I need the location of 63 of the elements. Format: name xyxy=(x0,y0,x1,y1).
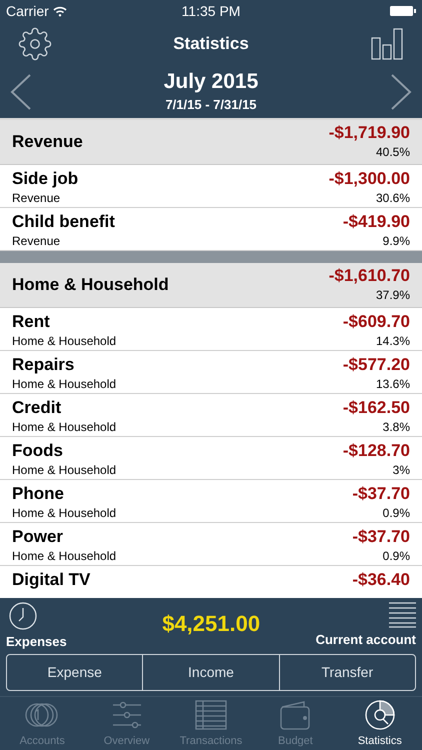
bar-chart-icon[interactable] xyxy=(371,28,404,60)
chevron-left-icon[interactable] xyxy=(10,74,32,110)
category-amount: -$577.20 xyxy=(342,354,410,375)
category-amount: -$419.90 xyxy=(342,211,410,232)
category-name: Phone xyxy=(12,483,65,504)
category-percent: 14.3% xyxy=(376,333,410,350)
category-name: Digital TV xyxy=(12,569,90,590)
category-group: Revenue xyxy=(12,232,115,250)
category-amount: -$36.40 xyxy=(352,569,410,590)
category-percent: 30.6% xyxy=(376,190,410,207)
group-header[interactable]: Revenue -$1,719.90 40.5% xyxy=(0,120,422,165)
category-percent: 13.6% xyxy=(376,376,410,393)
tab-item[interactable]: Statistics xyxy=(338,697,422,750)
total-amount: $4,251.00 xyxy=(162,610,260,638)
battery-icon xyxy=(390,6,416,16)
table-icon xyxy=(193,698,230,730)
category-amount: -$37.70 xyxy=(352,526,410,547)
period-range: 7/1/15 - 7/31/15 xyxy=(165,96,257,114)
category-amount: -$37.70 xyxy=(352,483,410,504)
category-amount: -$609.70 xyxy=(342,311,410,332)
menu-icon[interactable] xyxy=(388,602,416,628)
action-button[interactable]: Transfer xyxy=(278,655,415,690)
expenses-label: Expenses xyxy=(6,633,67,651)
clock-icon[interactable] xyxy=(9,602,37,630)
category-percent: 3% xyxy=(392,462,410,479)
category-name: Power xyxy=(12,526,64,547)
account-label: Current account xyxy=(316,631,416,649)
category-percent: 3.8% xyxy=(382,419,410,436)
category-group: Home & Household xyxy=(12,461,116,479)
category-name: Rent xyxy=(12,311,51,332)
group-amount: -$1,719.90 xyxy=(328,123,410,143)
carrier-label: Carrier xyxy=(6,2,49,20)
category-group: Revenue xyxy=(12,189,78,207)
action-button[interactable]: Expense xyxy=(7,655,142,690)
group-percent: 40.5% xyxy=(376,144,410,161)
category-amount: -$128.70 xyxy=(342,440,410,461)
wifi-icon xyxy=(52,6,67,16)
category-name: Foods xyxy=(12,440,64,461)
period-title: July 2015 xyxy=(164,69,258,96)
action-button[interactable]: Income xyxy=(142,655,279,690)
category-amount: -$162.50 xyxy=(342,397,410,418)
category-group: Home & Household xyxy=(12,375,116,393)
category-name: Repairs xyxy=(12,354,76,375)
category-group: Home & Household xyxy=(12,547,116,565)
category-group: Home & Household xyxy=(12,504,116,522)
category-name: Credit xyxy=(12,397,62,418)
group-header[interactable]: Home & Household -$1,610.70 37.9% xyxy=(0,263,422,308)
group-percent: 37.9% xyxy=(376,287,410,304)
group-amount: -$1,610.70 xyxy=(328,266,410,286)
category-percent: 0.9% xyxy=(382,548,410,565)
group-name: Revenue xyxy=(12,131,83,154)
group-name: Home & Household xyxy=(12,274,169,296)
category-percent: 9.9% xyxy=(382,233,410,250)
category-name: Side job xyxy=(12,168,78,189)
category-group: Home & Household xyxy=(12,332,116,350)
clock-time: 11:35 PM xyxy=(182,2,240,20)
settings-icon[interactable] xyxy=(18,27,52,61)
screen-title: Statistics xyxy=(173,33,249,56)
category-name: Child benefit xyxy=(12,211,115,232)
chevron-right-icon[interactable] xyxy=(390,74,412,110)
category-amount: -$1,300.00 xyxy=(328,168,410,189)
category-group: Home & Household xyxy=(12,418,116,436)
category-percent: 0.9% xyxy=(382,505,410,522)
